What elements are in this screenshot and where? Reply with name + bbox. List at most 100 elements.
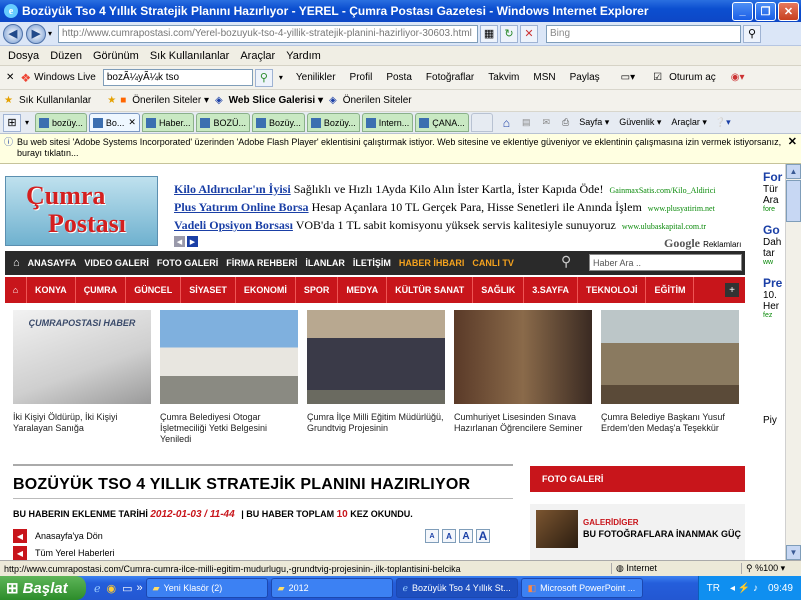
- live-search-dropdown-icon[interactable]: ▾: [279, 73, 283, 82]
- nav-haber-ihbari[interactable]: HABER İHBARI: [399, 258, 465, 268]
- scroll-up-icon[interactable]: ▲: [786, 164, 801, 179]
- cat-saglik[interactable]: SAĞLIK: [473, 277, 525, 303]
- cat-3sayfa[interactable]: 3.SAYFA: [524, 277, 578, 303]
- cat-konya[interactable]: KONYA: [27, 277, 76, 303]
- news-image-bus-terminal[interactable]: [160, 310, 298, 404]
- tab-6[interactable]: Bozüy...: [306, 113, 360, 132]
- close-toolbar-icon[interactable]: ✕: [6, 72, 14, 83]
- nav-video-galeri[interactable]: VIDEO GALERİ: [84, 258, 149, 268]
- menu-favorites[interactable]: Sık Kullanılanlar: [150, 50, 230, 62]
- cat-ekonomi[interactable]: EKONOMİ: [236, 277, 296, 303]
- news-caption[interactable]: Çumra İlçe Milli Eğitim Müdürlüğü, Grund…: [307, 412, 445, 434]
- live-options-icon[interactable]: ▭▾: [621, 72, 635, 83]
- taskbar-powerpoint[interactable]: ◧ Microsoft PowerPoint ...: [520, 578, 643, 598]
- tab-7[interactable]: Intern...: [361, 113, 414, 132]
- all-local-news-link[interactable]: ◀ Tüm Yerel Haberleri: [13, 546, 115, 560]
- cat-guncel[interactable]: GÜNCEL: [126, 277, 182, 303]
- tab-2-active[interactable]: Bo... ✕: [88, 113, 140, 132]
- photo-gallery-header[interactable]: FOTO GALERİ: [530, 466, 745, 492]
- ad-row-1[interactable]: Kilo Aldırıcılar'ın İyisi Sağlıklı ve Hı…: [174, 182, 716, 197]
- news-item[interactable]: Çumra İlçe Milli Eğitim Müdürlüğü, Grund…: [307, 310, 445, 434]
- vertical-scrollbar[interactable]: ▲ ▼: [785, 164, 801, 560]
- gallery-item[interactable]: GALERİDİGER BU FOTOĞRAFLARA İNANMAK GÜÇ: [530, 504, 745, 560]
- cat-medya[interactable]: MEDYA: [338, 277, 388, 303]
- ad-row-3[interactable]: Vadeli Opsiyon Borsası VOB'da 1 TL sabit…: [174, 218, 706, 233]
- maximize-button[interactable]: ❐: [755, 1, 776, 21]
- windows-live-brand[interactable]: Windows Live: [34, 72, 96, 83]
- tools-menu[interactable]: Araçlar ▾: [671, 117, 707, 128]
- quick-launch-desktop-icon[interactable]: ▭: [122, 582, 132, 595]
- cat-cumra[interactable]: ÇUMRA: [76, 277, 127, 303]
- news-image-newspaper[interactable]: ÇUMRAPOSTASI HABER: [13, 310, 151, 404]
- nav-canli-tv[interactable]: CANLI TV: [472, 258, 514, 268]
- close-window-button[interactable]: ✕: [778, 1, 799, 21]
- safety-menu[interactable]: Güvenlik ▾: [619, 117, 661, 128]
- quick-tabs-icon[interactable]: ⊞: [3, 113, 21, 132]
- tab-5[interactable]: Bozüy...: [251, 113, 305, 132]
- site-logo[interactable]: Çumra Postası: [5, 176, 158, 246]
- more-categories-button[interactable]: +: [725, 283, 739, 297]
- forward-button[interactable]: ▶: [26, 23, 46, 44]
- mail-icon[interactable]: ✉: [543, 117, 551, 128]
- scroll-thumb[interactable]: [786, 180, 801, 222]
- nav-foto-galeri[interactable]: FOTO GALERİ: [157, 258, 218, 268]
- cat-siyaset[interactable]: SİYASET: [181, 277, 236, 303]
- home-icon[interactable]: ⌂: [503, 116, 510, 130]
- news-item[interactable]: Çumra Belediye Başkanı Yusuf Erdem'den M…: [601, 310, 739, 434]
- add-favorite-icon[interactable]: ★: [107, 95, 116, 106]
- ad-url[interactable]: www.plusyatirim.net: [648, 204, 715, 213]
- quick-launch-ie-icon[interactable]: ℯ: [94, 582, 101, 595]
- help-icon[interactable]: ❔▾: [715, 117, 731, 128]
- font-size-l-button[interactable]: A: [476, 529, 490, 543]
- news-image-handshake[interactable]: [454, 310, 592, 404]
- menu-file[interactable]: Dosya: [8, 50, 39, 62]
- ad-prev-icon[interactable]: ◀: [174, 236, 185, 247]
- live-msn[interactable]: MSN: [533, 72, 555, 83]
- live-news[interactable]: Yenilikler: [296, 72, 336, 83]
- nav-home-icon[interactable]: ⌂: [13, 257, 20, 269]
- favorites-button[interactable]: Sık Kullanılanlar: [19, 95, 91, 106]
- gallery-thumbnail[interactable]: [536, 510, 578, 548]
- cat-spor[interactable]: SPOR: [296, 277, 339, 303]
- site-search-icon[interactable]: ⚲: [561, 253, 571, 270]
- nav-firma-rehberi[interactable]: FİRMA REHBERİ: [226, 258, 297, 268]
- menu-edit[interactable]: Düzen: [50, 50, 82, 62]
- right-text[interactable]: Pre: [763, 276, 785, 290]
- live-share[interactable]: Paylaş: [570, 72, 600, 83]
- news-caption[interactable]: Çumra Belediye Başkanı Yusuf Erdem'den M…: [601, 412, 739, 434]
- menu-view[interactable]: Görünüm: [93, 50, 139, 62]
- ad-row-2[interactable]: Plus Yatırım Online Borsa Hesap Açanlara…: [174, 200, 715, 215]
- ad-url[interactable]: GainmaxSatis.com/Kilo_Aldirici: [610, 186, 716, 195]
- stop-icon[interactable]: ✕: [520, 24, 539, 43]
- cat-egitim[interactable]: EĞİTİM: [646, 277, 695, 303]
- cat-teknoloji[interactable]: TEKNOLOJİ: [578, 277, 647, 303]
- tray-icons[interactable]: ◂ ⚡ ♪: [730, 583, 758, 594]
- nav-iletisim[interactable]: İLETİŞİM: [353, 258, 391, 268]
- live-search-input[interactable]: bozÃ¼yÃ¼k tso: [102, 69, 253, 86]
- live-search-go-icon[interactable]: ⚲: [254, 68, 273, 87]
- language-indicator[interactable]: TR: [707, 583, 720, 594]
- news-item[interactable]: ÇUMRAPOSTASI HABER İki Kişiyi Öldürüp, İ…: [13, 310, 151, 434]
- back-button[interactable]: ◀: [3, 23, 23, 44]
- ad-headline[interactable]: Kilo Aldırıcılar'ın İyisi: [174, 182, 291, 196]
- clock[interactable]: 09:49: [768, 583, 793, 594]
- search-icon[interactable]: ⚲: [743, 24, 762, 43]
- cat-home-icon[interactable]: ⌂: [5, 277, 27, 303]
- bing-search-input[interactable]: Bing: [546, 24, 742, 43]
- new-tab-button[interactable]: [470, 113, 493, 132]
- signin-link[interactable]: Oturum aç: [669, 72, 716, 83]
- nav-ilanlar[interactable]: İLANLAR: [305, 258, 345, 268]
- print-icon[interactable]: ⎙: [562, 117, 569, 128]
- url-input[interactable]: http://www.cumrapostasi.com/Yerel-bozuyu…: [58, 24, 479, 43]
- news-caption[interactable]: Çumra Belediyesi Otogar İşletmeciliği Ye…: [160, 412, 298, 445]
- tab-list-icon[interactable]: ▾: [25, 118, 29, 127]
- ad-headline[interactable]: Plus Yatırım Online Borsa: [174, 200, 309, 214]
- news-caption[interactable]: İki Kişiyi Öldürüp, İki Kişiyi Yaralayan…: [13, 412, 151, 434]
- news-item[interactable]: Çumra Belediyesi Otogar İşletmeciliği Ye…: [160, 310, 298, 445]
- refresh-icon[interactable]: ↻: [500, 24, 519, 43]
- news-image-construction[interactable]: [601, 310, 739, 404]
- suggested-sites-link-2[interactable]: Önerilen Siteler: [343, 95, 412, 106]
- live-calendar[interactable]: Takvim: [488, 72, 519, 83]
- menu-help[interactable]: Yardım: [286, 50, 321, 62]
- close-infobar-icon[interactable]: ✕: [788, 137, 797, 148]
